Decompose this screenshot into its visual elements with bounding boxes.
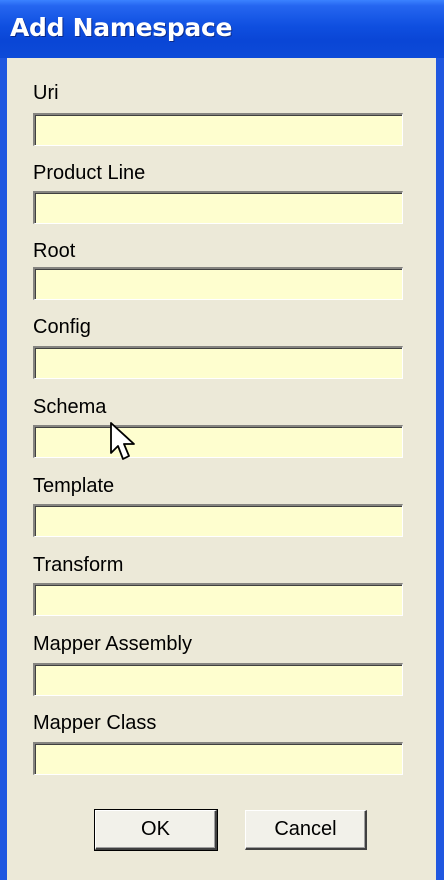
mapper-assembly-field[interactable] bbox=[33, 663, 403, 696]
dialog-title: Add Namespace bbox=[10, 13, 233, 42]
transform-field[interactable] bbox=[33, 583, 403, 616]
dialog-window: Add Namespace Uri Product Line Root Conf… bbox=[0, 0, 444, 880]
root-field[interactable] bbox=[33, 267, 403, 300]
product-line-field[interactable] bbox=[33, 191, 403, 224]
cancel-button[interactable]: Cancel bbox=[245, 810, 367, 850]
dialog-body: Uri Product Line Root Config Schema Temp… bbox=[7, 58, 436, 880]
ok-button[interactable]: OK bbox=[94, 809, 218, 851]
uri-label: Uri bbox=[33, 82, 59, 104]
mapper-assembly-label: Mapper Assembly bbox=[33, 633, 192, 655]
transform-label: Transform bbox=[33, 554, 124, 576]
mapper-class-field[interactable] bbox=[33, 742, 403, 775]
config-label: Config bbox=[33, 316, 91, 338]
schema-field[interactable] bbox=[33, 425, 403, 458]
title-bar[interactable]: Add Namespace bbox=[0, 0, 444, 58]
uri-field[interactable] bbox=[33, 113, 403, 146]
template-label: Template bbox=[33, 475, 115, 497]
template-field[interactable] bbox=[33, 504, 403, 537]
mapper-class-label: Mapper Class bbox=[33, 712, 157, 734]
product-line-label: Product Line bbox=[33, 162, 146, 184]
config-field[interactable] bbox=[33, 346, 403, 379]
schema-label: Schema bbox=[33, 396, 107, 418]
root-label: Root bbox=[33, 240, 76, 262]
